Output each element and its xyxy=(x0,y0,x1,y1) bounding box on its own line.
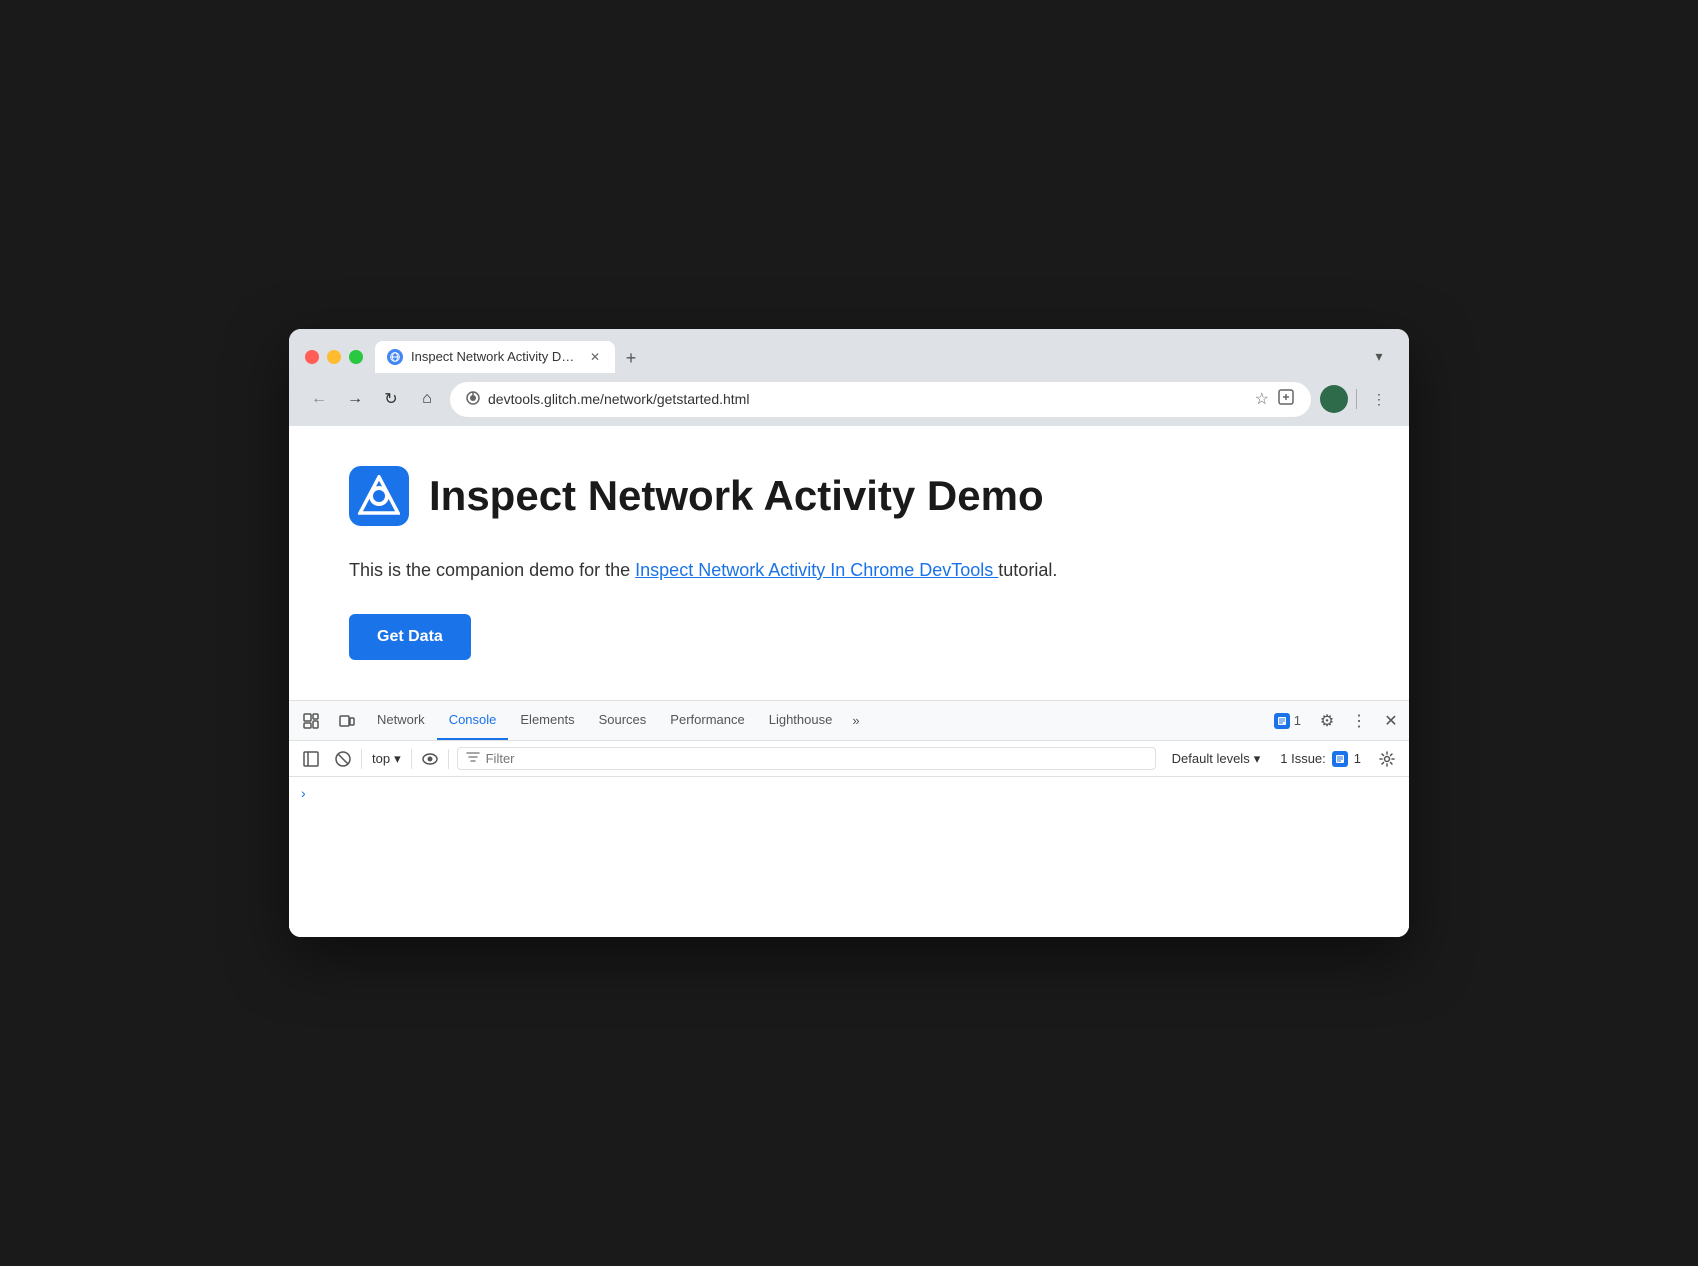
console-content: › xyxy=(289,777,1409,937)
close-traffic-light[interactable] xyxy=(305,350,319,364)
forward-button[interactable]: → xyxy=(341,385,369,413)
filter-icon xyxy=(466,750,480,767)
active-tab[interactable]: Inspect Network Activity Dem ✕ xyxy=(375,341,615,373)
page-description: This is the companion demo for the Inspe… xyxy=(349,556,1349,585)
devtools-tabs: Network Console Elements Sources Perform… xyxy=(289,701,1409,741)
tab-elements[interactable]: Elements xyxy=(508,701,586,740)
maximize-traffic-light[interactable] xyxy=(349,350,363,364)
issues-badge[interactable]: 1 xyxy=(1266,709,1309,733)
devtools-link[interactable]: Inspect Network Activity In Chrome DevTo… xyxy=(635,560,998,580)
console-prompt-chevron[interactable]: › xyxy=(301,785,306,801)
address-bar[interactable]: ☆ xyxy=(449,381,1312,418)
filter-input[interactable] xyxy=(486,751,1147,766)
filter-bar[interactable] xyxy=(457,747,1156,770)
more-options-button[interactable]: ⋮ xyxy=(1345,707,1373,735)
back-button[interactable]: ← xyxy=(305,385,333,413)
console-clear-button[interactable] xyxy=(329,745,357,773)
title-bar: Inspect Network Activity Dem ✕ + ▾ xyxy=(289,329,1409,373)
console-toolbar: top ▾ xyxy=(289,741,1409,777)
devtools-panel: Network Console Elements Sources Perform… xyxy=(289,700,1409,937)
console-context-selector[interactable]: top ▾ xyxy=(366,749,407,769)
tab-close-button[interactable]: ✕ xyxy=(587,349,603,365)
tab-sources[interactable]: Sources xyxy=(587,701,659,740)
minimize-traffic-light[interactable] xyxy=(327,350,341,364)
issue-icon xyxy=(1332,751,1348,767)
page-logo xyxy=(349,466,409,526)
console-sidebar-button[interactable] xyxy=(297,745,325,773)
tab-title: Inspect Network Activity Dem xyxy=(411,349,579,364)
browser-content: Inspect Network Activity Demo This is th… xyxy=(289,426,1409,938)
avatar-image xyxy=(1320,385,1348,413)
new-tab-button[interactable]: + xyxy=(617,345,645,373)
console-divider-1 xyxy=(361,749,362,769)
badge-count: 1 xyxy=(1294,713,1301,728)
devtools-tabs-right: 1 ⚙ ⋮ ✕ xyxy=(1266,707,1405,735)
default-levels-dropdown[interactable]: Default levels ▾ xyxy=(1164,749,1269,769)
toolbar: ← → ↻ ⌂ ☆ xyxy=(289,373,1409,426)
console-divider-2 xyxy=(411,749,412,769)
settings-button[interactable]: ⚙ xyxy=(1313,707,1341,735)
home-button[interactable]: ⌂ xyxy=(413,385,441,413)
tab-performance[interactable]: Performance xyxy=(658,701,756,740)
browser-window: Inspect Network Activity Dem ✕ + ▾ ← → ↻… xyxy=(289,329,1409,938)
reload-button[interactable]: ↻ xyxy=(377,385,405,413)
element-picker-button[interactable] xyxy=(295,705,327,737)
menu-button[interactable]: ⋮ xyxy=(1365,385,1393,413)
close-devtools-button[interactable]: ✕ xyxy=(1377,707,1405,735)
toolbar-right: ⋮ xyxy=(1320,385,1393,413)
page-header: Inspect Network Activity Demo xyxy=(349,466,1349,526)
tab-dropdown-button[interactable]: ▾ xyxy=(1365,343,1393,371)
traffic-lights xyxy=(305,350,363,364)
bookmark-icon[interactable]: ☆ xyxy=(1255,389,1269,409)
issues-badge-icon xyxy=(1274,713,1290,729)
get-data-button[interactable]: Get Data xyxy=(349,614,471,660)
issue-count: 1 xyxy=(1354,751,1361,766)
profile-avatar[interactable] xyxy=(1320,385,1348,413)
page-title: Inspect Network Activity Demo xyxy=(429,472,1044,520)
lock-icon xyxy=(466,391,480,408)
page-content: Inspect Network Activity Demo This is th… xyxy=(289,426,1409,701)
tab-lighthouse[interactable]: Lighthouse xyxy=(757,701,845,740)
device-toolbar-button[interactable] xyxy=(331,705,363,737)
toolbar-divider xyxy=(1356,389,1357,409)
console-divider-3 xyxy=(448,749,449,769)
url-input[interactable] xyxy=(488,391,1247,407)
tab-favicon xyxy=(387,349,403,365)
extensions-icon[interactable] xyxy=(1277,388,1295,411)
console-settings-button[interactable] xyxy=(1373,745,1401,773)
more-tabs-button[interactable]: » xyxy=(844,701,867,740)
console-live-expressions-button[interactable] xyxy=(416,745,444,773)
tab-console[interactable]: Console xyxy=(437,701,509,740)
tab-network[interactable]: Network xyxy=(365,701,437,740)
tab-bar: Inspect Network Activity Dem ✕ + xyxy=(375,341,1353,373)
issue-count-badge[interactable]: 1 Issue: 1 xyxy=(1272,749,1369,769)
